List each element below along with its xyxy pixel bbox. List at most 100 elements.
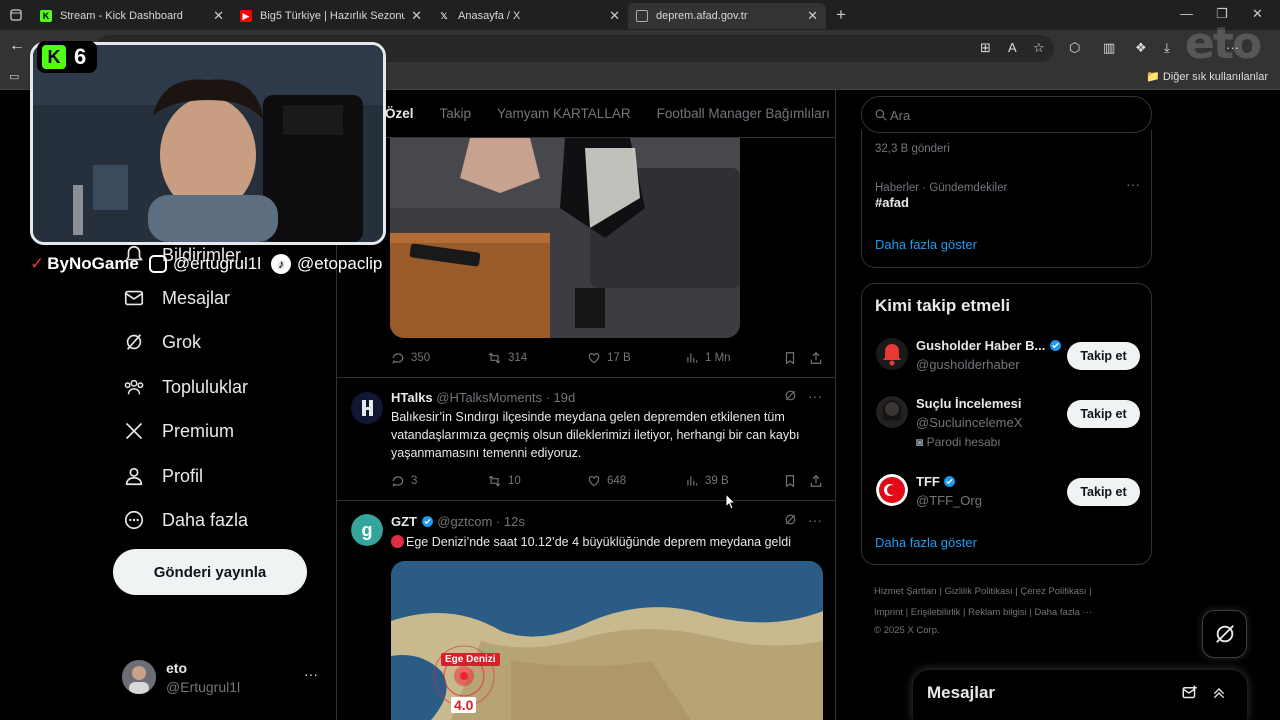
tab-custom[interactable]: Özel xyxy=(385,106,414,121)
account-switcher[interactable]: eto @Ertugrul1l ··· xyxy=(122,658,322,698)
account-more-icon[interactable]: ··· xyxy=(304,666,318,682)
footer-links[interactable]: Imprint | Erişilebilirlik | Reklam bilgi… xyxy=(874,607,1092,618)
tab-following[interactable]: Takip xyxy=(440,106,472,121)
follow-suggestion[interactable]: TFF @TFF_Org Takip et xyxy=(876,474,1140,522)
kick-icon: K xyxy=(42,45,66,69)
follow-button[interactable]: Takip et xyxy=(1067,400,1140,428)
close-tab-icon[interactable]: ✕ xyxy=(213,8,224,24)
follow-button[interactable]: Takip et xyxy=(1067,342,1140,370)
avatar xyxy=(876,474,908,506)
split-screen-icon[interactable]: ⊞ xyxy=(980,40,991,56)
nav-more[interactable]: Daha fazla xyxy=(122,508,248,532)
show-more-link[interactable]: Daha fazla göster xyxy=(875,535,977,550)
tab-actions-icon[interactable] xyxy=(0,2,32,28)
divider xyxy=(337,377,836,378)
copyright: © 2025 X Corp. xyxy=(874,625,940,636)
tab-kick-dashboard[interactable]: K Stream - Kick Dashboard ✕ xyxy=(32,3,232,29)
reply-icon xyxy=(392,476,404,487)
extensions-icon[interactable]: ⬡ xyxy=(1069,40,1080,56)
reply-button[interactable]: 3 xyxy=(391,474,417,488)
parody-mask-icon: ◙ xyxy=(916,435,924,449)
close-tab-icon[interactable]: ✕ xyxy=(609,8,620,24)
envelope-icon xyxy=(122,286,146,310)
views-button[interactable]: 1 Mn xyxy=(685,351,731,365)
channel-watermark: eto xyxy=(1185,18,1262,69)
avatar[interactable] xyxy=(351,392,383,424)
tab-x-home[interactable]: 𝕏 Anasayfa / X ✕ xyxy=(430,3,628,29)
grok-icon xyxy=(122,330,146,354)
follow-button[interactable]: Takip et xyxy=(1067,478,1140,506)
share-icon[interactable] xyxy=(809,351,829,365)
other-favorites-folder[interactable]: 📁 Diğer sık kullanılanlar xyxy=(1146,70,1268,83)
tweet-text: Ege Denizi’nde saat 10.12’de 4 büyüklüğü… xyxy=(391,533,821,551)
youtube-icon: ▶ xyxy=(240,10,252,22)
bynogame-logo-icon: ✓ xyxy=(30,254,45,273)
new-tab-icon[interactable]: + xyxy=(836,5,846,25)
favorite-star-icon[interactable]: ☆ xyxy=(1033,40,1045,56)
repost-icon xyxy=(488,475,501,487)
follow-suggestion[interactable]: Suçlu İncelemesi @SucluincelemeX ◙ Parod… xyxy=(876,396,1140,456)
sidebar-icon[interactable]: ▥ xyxy=(1103,40,1115,56)
read-aloud-icon[interactable]: A xyxy=(1008,40,1017,55)
tweet-header: HTalks @HTalksMoments · 19d xyxy=(391,390,576,405)
kick-channel-badge: K 6 xyxy=(37,41,97,73)
messages-drawer[interactable]: Mesajlar xyxy=(913,670,1247,720)
tweet-more-icon[interactable]: ··· xyxy=(808,512,822,528)
nav-profile[interactable]: Profil xyxy=(122,464,203,488)
back-icon[interactable]: ← xyxy=(9,37,25,55)
grok-icon xyxy=(1215,625,1234,643)
repost-button[interactable]: 314 xyxy=(487,351,527,365)
like-button[interactable]: 648 xyxy=(587,474,626,488)
nav-premium[interactable]: Premium xyxy=(122,419,234,443)
download-icon[interactable]: ⤓ xyxy=(1164,40,1170,56)
search-input[interactable]: Ara xyxy=(861,96,1152,133)
tab-big5[interactable]: ▶ Big5 Türkiye | Hazırlık Sezonu 2. B ✕ xyxy=(232,3,430,29)
post-button[interactable]: Gönderi yayınla xyxy=(113,549,307,595)
kick-icon: K xyxy=(40,10,52,22)
collections-icon[interactable]: ❖ xyxy=(1135,40,1147,56)
mini-icon: ▭ xyxy=(9,71,20,83)
trend-more-icon[interactable]: ··· xyxy=(1126,176,1140,192)
red-circle-icon xyxy=(391,535,404,548)
tweet-actions: 350 314 17 B 1 Mn xyxy=(391,351,823,371)
new-message-icon[interactable] xyxy=(1181,684,1199,707)
heart-icon xyxy=(588,353,600,364)
tab-football-manager[interactable]: Football Manager Bağımlıları xyxy=(657,106,830,121)
close-tab-icon[interactable]: ✕ xyxy=(411,8,422,24)
trend-item[interactable]: Haberler · Gündemdekiler #afad ··· xyxy=(875,176,1140,212)
nav-messages[interactable]: Mesajlar xyxy=(122,286,230,310)
reply-button[interactable]: 350 xyxy=(391,351,430,365)
like-button[interactable]: 17 B xyxy=(587,351,631,365)
earthquake-map-image[interactable]: Ege Denizi 4.0 xyxy=(391,561,823,720)
page-icon xyxy=(636,10,648,22)
nav-grok[interactable]: Grok xyxy=(122,330,201,354)
tiktok-icon: ♪ xyxy=(271,254,292,274)
tab-yamyam[interactable]: Yamyam KARTALLAR xyxy=(497,106,631,121)
grok-explain-icon[interactable] xyxy=(784,513,797,529)
grok-explain-icon[interactable] xyxy=(784,389,797,405)
avatar xyxy=(876,396,908,428)
repost-button[interactable]: 10 xyxy=(487,474,521,488)
nav-communities[interactable]: Topluluklar xyxy=(122,375,248,399)
close-tab-icon[interactable]: ✕ xyxy=(807,8,818,24)
bookmark-icon[interactable] xyxy=(783,474,803,488)
expand-chevron-icon[interactable] xyxy=(1211,684,1227,707)
avatar xyxy=(876,338,908,370)
bookmark-icon[interactable] xyxy=(783,351,803,365)
show-more-link[interactable]: Daha fazla göster xyxy=(875,237,977,252)
mouse-cursor-icon xyxy=(725,492,737,515)
share-icon[interactable] xyxy=(809,474,829,488)
tweet-header: GZT @gztcom · 12s xyxy=(391,514,525,529)
grok-fab-button[interactable] xyxy=(1202,610,1247,658)
instagram-icon xyxy=(148,255,167,273)
avatar[interactable]: g xyxy=(351,514,383,546)
tab-afad[interactable]: deprem.afad.gov.tr ✕ xyxy=(628,3,826,29)
footer-links[interactable]: Hizmet Şartları | Gizlilik Politikası | … xyxy=(874,586,1092,597)
tweet-more-icon[interactable]: ··· xyxy=(808,388,822,404)
views-button[interactable]: 39 B xyxy=(685,474,729,488)
follow-suggestion[interactable]: Gusholder Haber B... @gusholderhaber Tak… xyxy=(876,338,1140,386)
timeline: Özel Takip Yamyam KARTALLAR Football Man… xyxy=(336,90,836,720)
tweet-media-image[interactable] xyxy=(390,138,740,338)
x-icon: 𝕏 xyxy=(440,10,448,21)
more-circle-icon xyxy=(122,508,146,532)
